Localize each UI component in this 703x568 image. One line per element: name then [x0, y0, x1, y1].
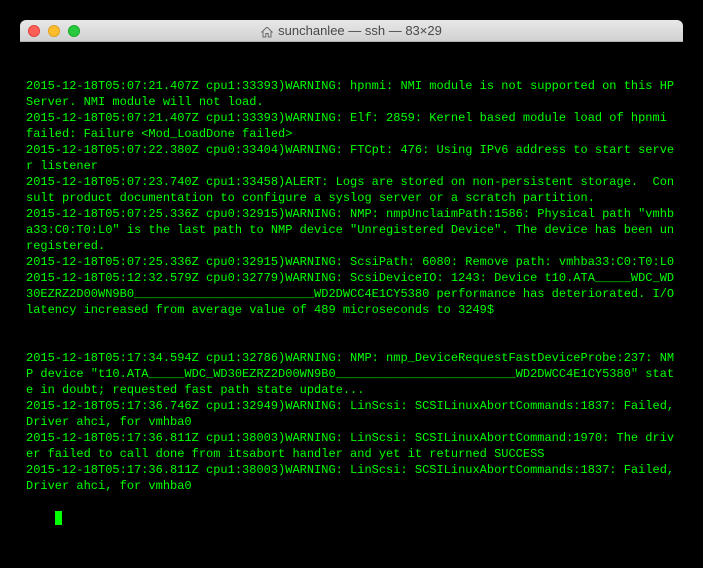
log-line: 2015-12-18T05:07:25.336Z cpu0:32915)WARN…: [26, 254, 677, 270]
log-line: 2015-12-18T05:12:32.579Z cpu0:32779)WARN…: [26, 270, 677, 318]
log-line: 2015-12-18T05:17:36.811Z cpu1:38003)WARN…: [26, 430, 677, 462]
title-center: sunchanlee — ssh — 83×29: [20, 23, 683, 38]
log-line: 2015-12-18T05:17:36.811Z cpu1:38003)WARN…: [26, 462, 677, 494]
log-line: 2015-12-18T05:07:25.336Z cpu0:32915)WARN…: [26, 206, 677, 254]
blank-line: [26, 334, 677, 350]
minimize-button[interactable]: [48, 25, 60, 37]
blank-line: [26, 318, 677, 334]
log-line: 2015-12-18T05:17:36.746Z cpu1:32949)WARN…: [26, 398, 677, 430]
log-line: 2015-12-18T05:17:34.594Z cpu1:32786)WARN…: [26, 350, 677, 398]
log-line: 2015-12-18T05:07:22.380Z cpu0:33404)WARN…: [26, 142, 677, 174]
log-line: 2015-12-18T05:07:23.740Z cpu1:33458)ALER…: [26, 174, 677, 206]
terminal-content[interactable]: 2015-12-18T05:07:21.407Z cpu1:33393)WARN…: [20, 42, 683, 548]
close-button[interactable]: [28, 25, 40, 37]
log-line: 2015-12-18T05:07:21.407Z cpu1:33393)WARN…: [26, 78, 677, 110]
maximize-button[interactable]: [68, 25, 80, 37]
log-line: 2015-12-18T05:07:21.407Z cpu1:33393)WARN…: [26, 110, 677, 142]
titlebar[interactable]: sunchanlee — ssh — 83×29: [20, 20, 683, 42]
home-icon: [261, 25, 273, 36]
window-title: sunchanlee — ssh — 83×29: [278, 23, 442, 38]
traffic-lights: [28, 25, 80, 37]
terminal-window: sunchanlee — ssh — 83×29 2015-12-18T05:0…: [20, 20, 683, 548]
cursor: [55, 511, 62, 525]
